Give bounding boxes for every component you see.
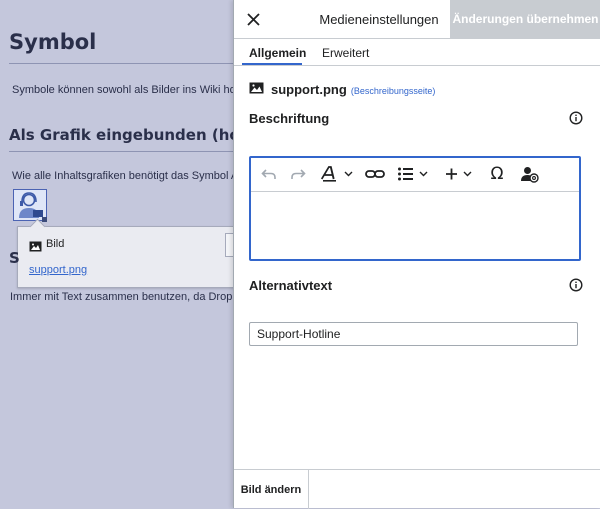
apply-changes-button[interactable]: Änderungen übernehmen (450, 0, 600, 38)
mention-button[interactable] (519, 164, 541, 184)
link-icon (365, 170, 385, 178)
link-button[interactable] (363, 164, 387, 184)
list-icon (398, 167, 428, 181)
caption-editor: Ω (249, 156, 581, 261)
close-icon (246, 12, 260, 26)
tab-advanced[interactable]: Erweitert (320, 46, 371, 66)
page-paragraph: Symbole können sowohl als Bilder ins Wik… (12, 84, 248, 96)
page-paragraph: Wie alle Inhaltsgrafiken benötigt das Sy… (12, 170, 241, 182)
dialog-footer: Bild ändern (234, 469, 600, 509)
alt-text-label: Alternativtext (249, 278, 333, 293)
alt-text-input[interactable] (249, 322, 578, 346)
page-paragraph: Immer mit Text zusammen benutzen, da Dro… (10, 291, 244, 303)
info-icon[interactable] (569, 111, 583, 125)
image-context-popup: Bild support.png (17, 218, 249, 288)
dialog-tabs: Allgemein Erweitert (234, 38, 600, 66)
text-style-dropdown[interactable] (321, 164, 357, 184)
tabs-divider (234, 65, 600, 66)
file-info: support.png (Beschreibungsseite) (249, 82, 435, 97)
popup-title: Bild (46, 238, 65, 250)
image-icon (249, 82, 264, 94)
file-name: support.png (271, 82, 347, 97)
plus-icon (446, 168, 472, 180)
close-button[interactable] (234, 0, 272, 38)
editor-toolbar: Ω (251, 158, 579, 192)
section-heading-partial: S (9, 249, 20, 267)
description-page-link[interactable]: (Beschreibungsseite) (351, 86, 436, 96)
media-settings-dialog: Medieneinstellungen Änderungen übernehme… (233, 0, 600, 509)
redo-icon (291, 169, 306, 179)
user-mention-icon (521, 166, 539, 183)
info-icon[interactable] (569, 278, 583, 292)
special-character-button[interactable]: Ω (486, 164, 508, 184)
text-style-icon (321, 166, 353, 182)
change-image-button[interactable]: Bild ändern (234, 470, 309, 509)
list-dropdown[interactable] (397, 164, 433, 184)
dialog-header: Medieneinstellungen Änderungen übernehme… (234, 0, 600, 39)
support-agent-icon (19, 192, 43, 218)
image-icon (29, 239, 42, 257)
caption-text-area[interactable] (251, 192, 579, 257)
insert-dropdown[interactable] (445, 164, 477, 184)
undo-button[interactable] (258, 164, 280, 184)
caption-label: Beschriftung (249, 111, 330, 126)
popup-file-link[interactable]: support.png (29, 264, 87, 276)
undo-icon (261, 169, 276, 179)
redo-button[interactable] (287, 164, 309, 184)
page-heading: Symbol (9, 30, 97, 54)
dialog-title: Medieneinstellungen (319, 12, 439, 27)
resize-handle[interactable] (42, 217, 47, 222)
